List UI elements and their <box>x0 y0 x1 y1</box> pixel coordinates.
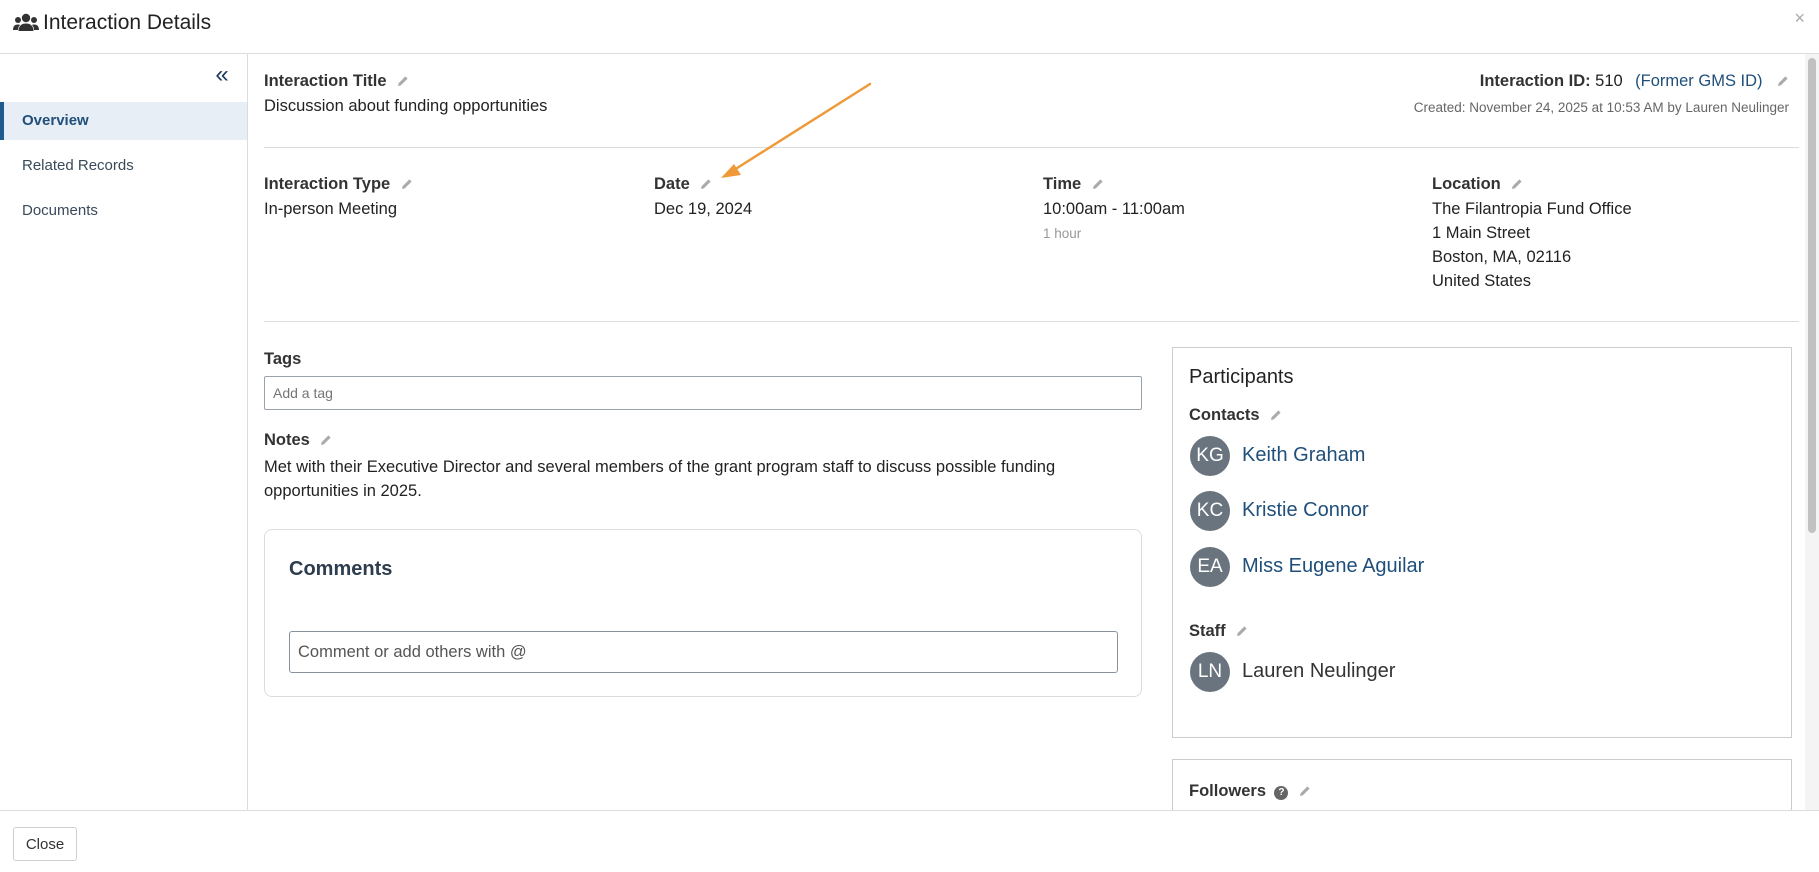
edit-followers-pencil-icon[interactable] <box>1299 785 1311 797</box>
time-label: Time <box>1043 175 1082 193</box>
edit-location-pencil-icon[interactable] <box>1511 178 1523 190</box>
interaction-title-label: Interaction Title <box>264 72 387 90</box>
participants-title: Participants <box>1189 366 1294 388</box>
edit-time-pencil-icon[interactable] <box>1092 178 1104 190</box>
followers-heading: Followers ? <box>1189 782 1311 801</box>
interaction-id-label: Interaction ID: <box>1479 72 1591 90</box>
time-value: 10:00am - 11:00am <box>1043 200 1185 218</box>
collapse-sidebar-icon[interactable]: « <box>210 63 234 88</box>
edit-staff-pencil-icon[interactable] <box>1236 625 1248 637</box>
sidebar-item-documents[interactable]: Documents <box>0 192 247 230</box>
notes-value: Met with their Executive Director and se… <box>264 458 1056 500</box>
interaction-type-field: Interaction Type <box>264 175 413 194</box>
interaction-title-value: Discussion about funding opportunities <box>264 97 548 115</box>
users-icon <box>13 13 39 31</box>
comment-input[interactable]: Comment or add others with @ <box>289 631 1118 673</box>
location-line: The Filantropia Fund Office <box>1432 200 1632 218</box>
contact-link-eugene-aguilar[interactable]: Miss Eugene Aguilar <box>1242 555 1424 578</box>
avatar: KG <box>1190 436 1230 476</box>
created-info: Created: November 24, 2025 at 10:53 AM b… <box>1413 100 1789 115</box>
interaction-id-value: 510 <box>1595 72 1623 90</box>
date-field: Date <box>654 175 712 194</box>
date-label: Date <box>654 175 690 193</box>
add-tag-input[interactable] <box>264 376 1142 410</box>
contacts-heading: Contacts <box>1189 406 1282 425</box>
divider <box>264 147 1799 148</box>
participants-panel: Participants Contacts KG Keith Graham KC… <box>1172 347 1792 738</box>
main-content: Interaction Title Discussion about fundi… <box>249 54 1799 810</box>
edit-date-pencil-icon[interactable] <box>700 178 712 190</box>
close-button[interactable]: Close <box>13 827 77 861</box>
sidebar: « Overview Related Records Documents <box>0 54 248 810</box>
location-label: Location <box>1432 175 1501 193</box>
staff-label: Staff <box>1189 622 1226 640</box>
edit-title-pencil-icon[interactable] <box>397 75 409 87</box>
avatar: EA <box>1190 547 1230 587</box>
staff-name: Lauren Neulinger <box>1242 660 1396 682</box>
help-icon[interactable]: ? <box>1274 786 1289 800</box>
close-icon[interactable]: × <box>1794 8 1805 29</box>
location-line: Boston, MA, 02116 <box>1432 248 1572 266</box>
duration-value: 1 hour <box>1043 226 1082 241</box>
divider <box>264 321 1799 322</box>
edit-contacts-pencil-icon[interactable] <box>1270 409 1282 421</box>
tags-label: Tags <box>264 350 302 368</box>
location-line: United States <box>1432 272 1532 290</box>
edit-id-pencil-icon[interactable] <box>1777 75 1789 87</box>
comments-title: Comments <box>289 558 393 580</box>
location-field: Location <box>1432 175 1523 194</box>
followers-label: Followers <box>1189 782 1267 800</box>
location-line: 1 Main Street <box>1432 224 1531 242</box>
notes-label: Notes <box>264 431 310 449</box>
scrollbar-thumb[interactable] <box>1808 58 1816 533</box>
time-field: Time <box>1043 175 1104 194</box>
interaction-title-field: Interaction Title <box>264 72 409 91</box>
followers-panel: Followers ? <box>1172 759 1792 810</box>
dialog-title: Interaction Details <box>43 11 212 34</box>
sidebar-item-overview[interactable]: Overview <box>0 102 247 140</box>
edit-type-pencil-icon[interactable] <box>401 178 413 190</box>
dialog-header: Interaction Details × <box>0 0 1819 54</box>
notes-field: Notes <box>264 431 332 450</box>
edit-notes-pencil-icon[interactable] <box>320 434 332 446</box>
former-gms-id-link[interactable]: (Former GMS ID) <box>1635 72 1762 90</box>
interaction-type-value: In-person Meeting <box>264 200 397 218</box>
dialog-footer: Close <box>0 810 1819 872</box>
avatar: LN <box>1190 652 1230 692</box>
staff-heading: Staff <box>1189 622 1248 641</box>
avatar: KC <box>1190 491 1230 531</box>
comments-panel: Comments Comment or add others with @ <box>264 529 1142 697</box>
interaction-type-label: Interaction Type <box>264 175 391 193</box>
date-value: Dec 19, 2024 <box>654 200 753 218</box>
sidebar-item-related-records[interactable]: Related Records <box>0 147 247 185</box>
contact-link-keith-graham[interactable]: Keith Graham <box>1242 444 1365 467</box>
contact-link-kristie-connor[interactable]: Kristie Connor <box>1242 499 1369 522</box>
interaction-id-row: Interaction ID: 510 (Former GMS ID) <box>1480 72 1789 91</box>
contacts-label: Contacts <box>1189 406 1260 424</box>
vertical-scrollbar[interactable] <box>1805 54 1819 810</box>
